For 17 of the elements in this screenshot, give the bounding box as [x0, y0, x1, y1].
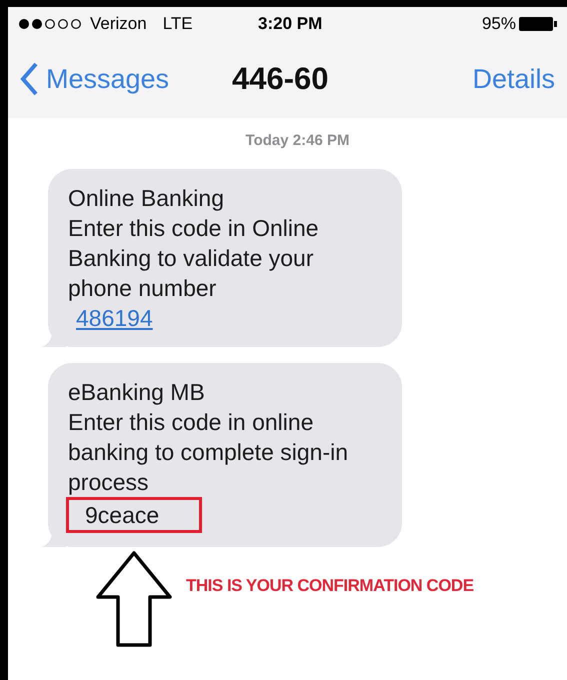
battery-percent: 95% [482, 12, 516, 35]
status-time: 3:20 PM [258, 12, 322, 35]
message-text: Enter this code in online banking to complete sign-in process [68, 408, 349, 496]
annotation-text: THIS IS YOUR CONFIRMATION CODE [186, 574, 474, 596]
sender-name: Online Banking [68, 184, 224, 212]
sender-name: eBanking MB [68, 378, 205, 406]
carrier-name: Verizon [90, 12, 147, 35]
battery-icon [519, 16, 557, 32]
message-timestamp: Today 2:46 PM [246, 131, 350, 151]
code-link[interactable]: 486194 [76, 302, 153, 332]
conversation-title: 446-60 [232, 60, 329, 98]
back-button[interactable]: Messages [20, 58, 170, 100]
chevron-left-icon [20, 62, 38, 96]
message-text: Enter this code in Online Banking to validate your phone number [68, 214, 320, 302]
highlighted-code: 9ceace [66, 496, 202, 532]
network-type: LTE [162, 12, 193, 35]
details-button[interactable]: Details [472, 58, 555, 100]
